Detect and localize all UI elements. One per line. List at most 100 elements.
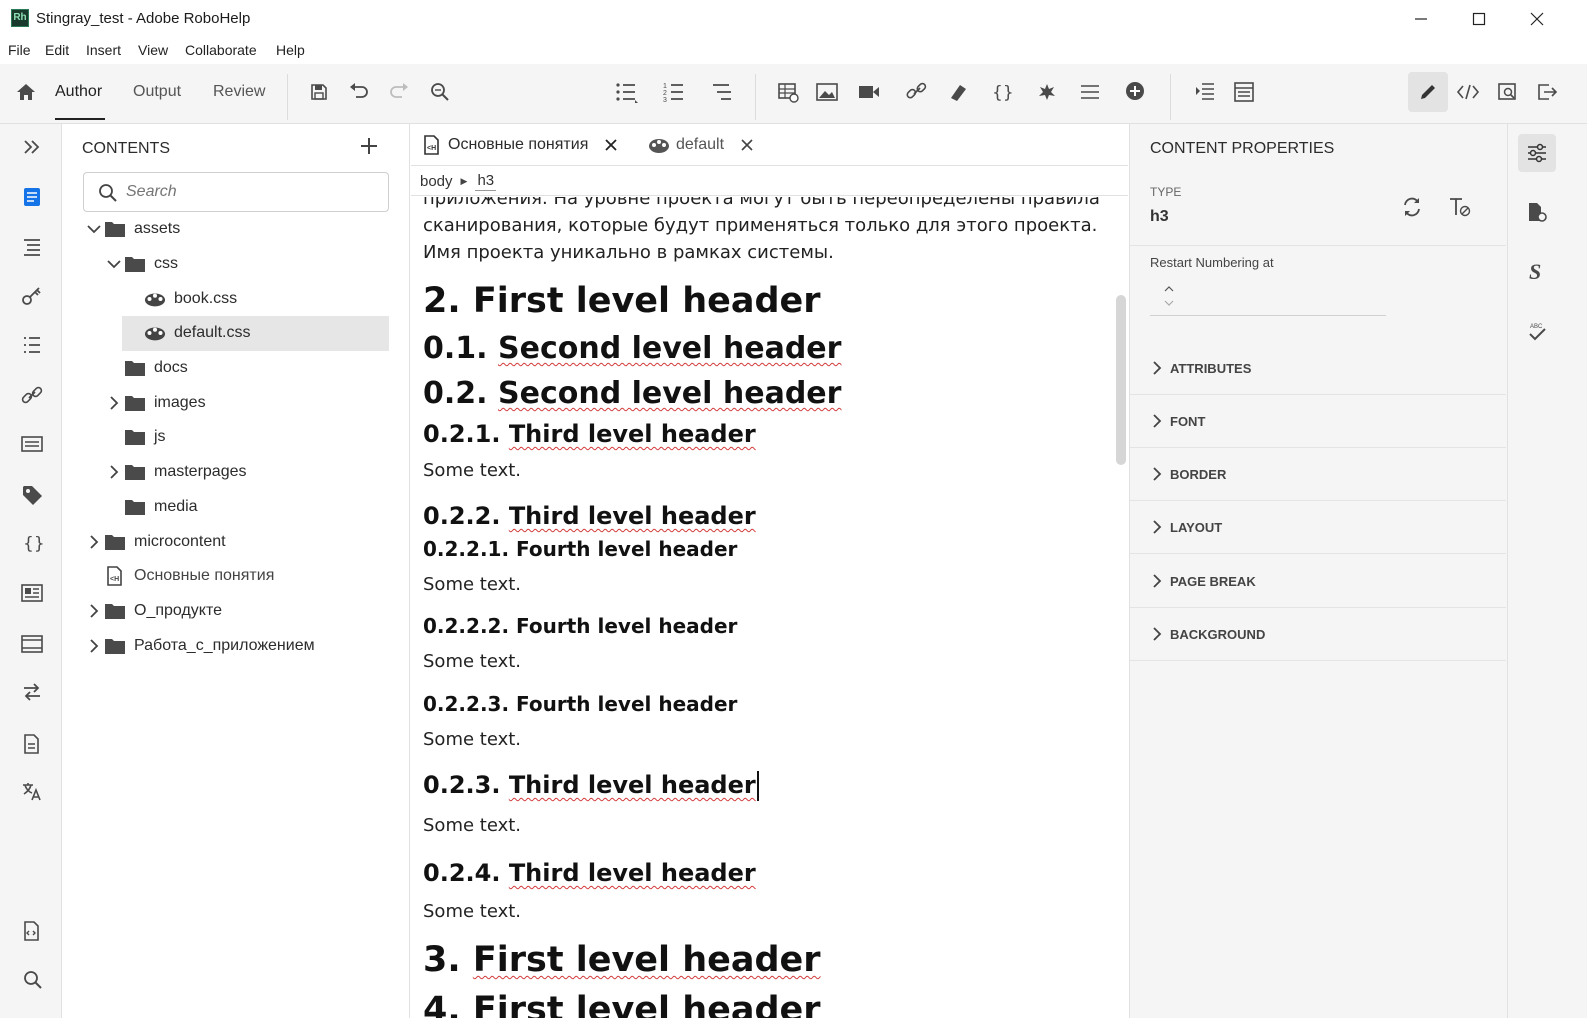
open-in-browser-button[interactable] (1532, 78, 1562, 106)
tree-item-masterpages[interactable]: masterpages (62, 455, 410, 490)
tree-item-microcontent[interactable]: microcontent (62, 524, 410, 559)
heading-3: 0.2.2. Third level header (423, 498, 1103, 534)
spellcheck-icon: ABC (1529, 324, 1546, 341)
insert-snippet-button[interactable] (944, 78, 974, 106)
breadcrumb-h3[interactable]: h3 (475, 172, 497, 191)
section-layout[interactable]: LAYOUT (1130, 501, 1506, 554)
tree-item-default-css[interactable]: default.css (122, 316, 389, 351)
document-content[interactable]: приложения. На уровне проекта могут быть… (411, 197, 1114, 1018)
home-button[interactable] (11, 78, 41, 106)
topic-properties-button[interactable] (1518, 193, 1556, 231)
tab-topic[interactable]: <H Основные понятия (422, 133, 618, 157)
section-attributes[interactable]: ATTRIBUTES (1130, 342, 1506, 395)
chevron-right-icon[interactable] (104, 462, 124, 482)
tree-item-css[interactable]: css (62, 247, 410, 282)
add-content-button[interactable] (356, 134, 382, 162)
properties-panel-button[interactable] (1518, 134, 1556, 172)
tree-item-media[interactable]: media (62, 490, 410, 525)
rail-reports-button[interactable] (16, 729, 48, 759)
chevron-right-icon[interactable] (84, 532, 104, 552)
breadcrumb-body[interactable]: body (420, 173, 453, 190)
rail-toc-button[interactable] (16, 232, 48, 262)
redo-button[interactable] (384, 78, 414, 106)
tree-item-docs[interactable]: docs (62, 351, 410, 386)
tree-item-assets[interactable]: assets (62, 212, 410, 247)
save-button[interactable] (304, 78, 334, 106)
menu-insert[interactable]: Insert (86, 42, 121, 58)
chevron-right-icon[interactable] (84, 636, 104, 656)
multilevel-list-button[interactable] (708, 78, 738, 106)
undo-button[interactable] (344, 78, 374, 106)
rail-index-button[interactable] (16, 281, 48, 311)
tree-item-book-css[interactable]: book.css (62, 281, 410, 316)
tab-output[interactable]: Output (133, 83, 181, 101)
rail-map-files-button[interactable] (16, 677, 48, 707)
insert-video-button[interactable] (856, 78, 886, 106)
rail-search-button[interactable] (16, 965, 48, 995)
section-background[interactable]: BACKGROUND (1130, 608, 1506, 661)
maximize-button[interactable] (1450, 0, 1508, 38)
close-tab-icon[interactable] (604, 138, 618, 152)
menu-file[interactable]: File (8, 42, 31, 58)
section-border[interactable]: BORDER (1130, 448, 1506, 501)
styles-button[interactable]: S (1518, 253, 1556, 291)
close-tab-icon[interactable] (740, 138, 754, 152)
editor-scrollbar-thumb[interactable] (1116, 295, 1126, 465)
minimize-button[interactable] (1392, 0, 1450, 38)
section-page-break[interactable]: PAGE BREAK (1130, 555, 1506, 608)
preview-button[interactable] (1493, 78, 1523, 106)
spell-check-button[interactable]: ABC (1518, 312, 1556, 350)
tree-item-работа_с_приложением[interactable]: Работа_с_приложением (62, 628, 410, 663)
tree-item-images[interactable]: images (62, 385, 410, 420)
rail-variables-button[interactable]: {} (16, 528, 48, 558)
insert-image-button[interactable] (812, 78, 842, 106)
menu-help[interactable]: Help (276, 42, 305, 58)
insert-table-button[interactable] (773, 78, 803, 106)
tree-item-js[interactable]: js (62, 420, 410, 455)
rail-contents-button[interactable] (16, 182, 48, 212)
numbered-list-button[interactable]: 123 (660, 78, 690, 106)
heading-3-active[interactable]: 0.2.3. Third level header (423, 767, 1103, 803)
insert-special-char-button[interactable] (1032, 78, 1062, 106)
insert-link-button[interactable] (902, 78, 932, 106)
rail-master-pages-button[interactable] (16, 629, 48, 659)
find-replace-button[interactable] (424, 78, 454, 106)
indent-button[interactable] (1190, 78, 1220, 106)
section-font[interactable]: FONT (1130, 395, 1506, 448)
chevron-down-icon[interactable] (104, 254, 124, 274)
expand-panel-button[interactable] (16, 132, 48, 162)
section-label: BACKGROUND (1170, 626, 1266, 642)
menu-collaborate[interactable]: Collaborate (185, 42, 257, 58)
refresh-button[interactable] (1398, 193, 1426, 221)
search-input[interactable] (126, 182, 376, 202)
tree-item-основные-понятия[interactable]: <H Основные понятия (62, 559, 410, 594)
horizontal-rule-button[interactable] (1076, 78, 1106, 106)
rail-translation-button[interactable] (16, 776, 48, 806)
edit-mode-toggle[interactable] (1413, 78, 1443, 106)
insert-more-button[interactable] (1121, 78, 1151, 106)
chevron-down-icon[interactable] (84, 219, 104, 239)
close-window-button[interactable] (1508, 0, 1566, 38)
rail-glossary-button[interactable] (16, 330, 48, 360)
tab-author[interactable]: Author (55, 83, 102, 101)
rail-microcontent-button[interactable] (16, 578, 48, 608)
restart-numbering-stepper[interactable] (1150, 282, 1386, 316)
menu-view[interactable]: View (138, 42, 168, 58)
contents-search-box[interactable] (83, 172, 389, 212)
rail-snippets-button[interactable] (16, 429, 48, 459)
tree-item-о_продукте[interactable]: О_продукте (62, 594, 410, 629)
rail-scripts-button[interactable] (16, 916, 48, 946)
bulleted-list-button[interactable] (612, 78, 642, 106)
source-view-button[interactable] (1453, 78, 1483, 106)
insert-variable-button[interactable]: {} (988, 78, 1018, 106)
chevron-right-icon[interactable] (84, 601, 104, 621)
rail-links-button[interactable] (16, 380, 48, 410)
tab-stylesheet[interactable]: default (648, 133, 754, 157)
menu-edit[interactable]: Edit (45, 42, 69, 58)
tab-review[interactable]: Review (213, 83, 265, 101)
chevron-right-icon[interactable] (104, 393, 124, 413)
clear-formatting-button[interactable] (1446, 193, 1474, 221)
layout-button[interactable] (1229, 78, 1259, 106)
rail-tags-button[interactable] (16, 480, 48, 510)
